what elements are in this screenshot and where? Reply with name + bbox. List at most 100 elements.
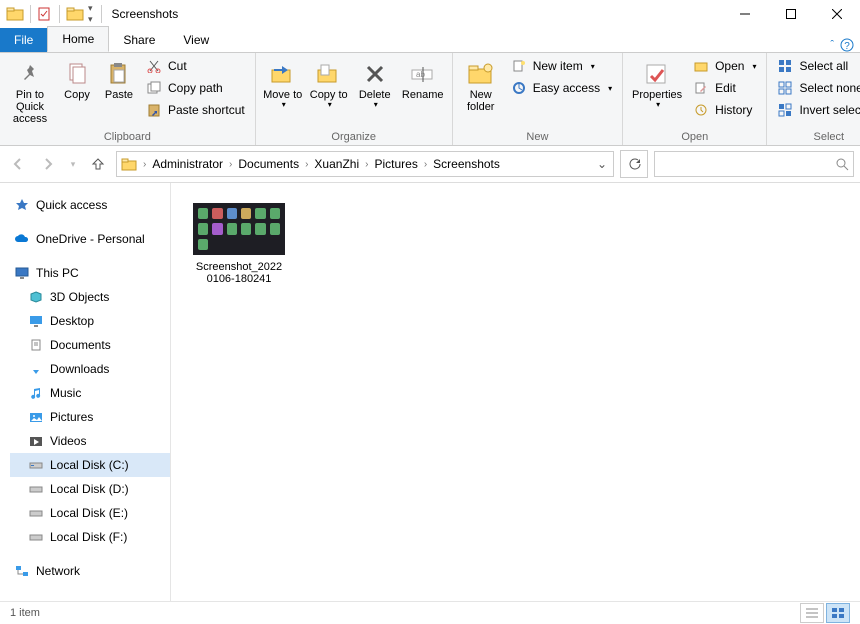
group-clipboard: Pin to Quick access Copy Paste Cut Copy … xyxy=(0,53,256,145)
search-input[interactable] xyxy=(654,151,854,177)
invert-selection-button[interactable]: Invert selection xyxy=(773,99,860,121)
minimize-button[interactable] xyxy=(722,0,768,28)
chevron-right-icon[interactable]: › xyxy=(422,159,429,170)
tab-share[interactable]: Share xyxy=(109,28,169,52)
nav-documents[interactable]: Documents xyxy=(10,333,170,357)
properties-button[interactable]: Properties▾ xyxy=(629,55,685,129)
nav-local-disk-d[interactable]: Local Disk (D:) xyxy=(10,477,170,501)
qat-dropdown-icon[interactable]: ▾▾ xyxy=(86,3,95,25)
pin-to-quick-access-button[interactable]: Pin to Quick access xyxy=(6,55,54,129)
file-list[interactable]: Screenshot_2022 0106-180241 xyxy=(171,183,860,601)
folder-icon xyxy=(66,5,84,23)
nav-pictures[interactable]: Pictures xyxy=(10,405,170,429)
copy-to-button[interactable]: Copy to▾ xyxy=(308,55,350,129)
rename-button[interactable]: ab Rename xyxy=(400,55,446,129)
chevron-down-icon[interactable]: ⌄ xyxy=(591,157,613,171)
breadcrumb-item[interactable]: Administrator xyxy=(148,157,227,171)
svg-text:ab: ab xyxy=(416,70,425,79)
copy-to-icon xyxy=(316,59,342,89)
tab-home[interactable]: Home xyxy=(47,26,109,52)
group-new: New folder New item▾ Easy access▾ New xyxy=(453,53,623,145)
nav-videos[interactable]: Videos xyxy=(10,429,170,453)
open-button[interactable]: Open▾ xyxy=(689,55,760,77)
nav-network[interactable]: Network xyxy=(10,559,170,583)
nav-row: ▾ › Administrator› Documents› XuanZhi› P… xyxy=(0,146,860,183)
title-bar: ▾▾ Screenshots xyxy=(0,0,860,28)
select-none-button[interactable]: Select none xyxy=(773,77,860,99)
drive-icon xyxy=(28,458,44,472)
delete-button[interactable]: Delete▾ xyxy=(354,55,396,129)
folder-icon xyxy=(117,156,141,172)
details-view-button[interactable] xyxy=(800,603,824,623)
chevron-right-icon[interactable]: › xyxy=(141,159,148,170)
pictures-icon xyxy=(28,410,44,424)
nav-3d-objects[interactable]: 3D Objects xyxy=(10,285,170,309)
address-bar[interactable]: › Administrator› Documents› XuanZhi› Pic… xyxy=(116,151,614,177)
drive-icon xyxy=(28,482,44,496)
chevron-right-icon[interactable]: › xyxy=(303,159,310,170)
group-label: Open xyxy=(629,129,760,145)
music-icon xyxy=(28,386,44,400)
network-icon xyxy=(14,564,30,578)
nav-downloads[interactable]: Downloads xyxy=(10,357,170,381)
paste-shortcut-button[interactable]: Paste shortcut xyxy=(142,99,249,121)
file-item[interactable]: Screenshot_2022 0106-180241 xyxy=(189,203,289,285)
cut-button[interactable]: Cut xyxy=(142,55,249,77)
tab-view[interactable]: View xyxy=(169,28,223,52)
monitor-icon xyxy=(14,266,30,280)
paste-shortcut-icon xyxy=(146,103,162,117)
large-icons-view-button[interactable] xyxy=(826,603,850,623)
easy-access-button[interactable]: Easy access▾ xyxy=(507,77,616,99)
tab-file[interactable]: File xyxy=(0,28,47,52)
back-button[interactable] xyxy=(6,152,30,176)
copy-button[interactable]: Copy xyxy=(58,55,96,129)
edit-button[interactable]: Edit xyxy=(689,77,760,99)
videos-icon xyxy=(28,434,44,448)
paste-button[interactable]: Paste xyxy=(100,55,138,129)
chevron-right-icon[interactable]: › xyxy=(227,159,234,170)
nav-onedrive[interactable]: OneDrive - Personal xyxy=(10,227,170,251)
breadcrumb-item[interactable]: XuanZhi xyxy=(310,157,363,171)
star-icon xyxy=(14,198,30,212)
group-label: Select xyxy=(773,129,860,145)
breadcrumb-item[interactable]: Screenshots xyxy=(429,157,504,171)
chevron-right-icon[interactable]: › xyxy=(363,159,370,170)
select-none-icon xyxy=(777,81,793,95)
qat-item-icon[interactable] xyxy=(37,6,53,22)
help-icon[interactable]: ? xyxy=(840,38,854,52)
paste-icon xyxy=(108,59,130,89)
nav-quick-access[interactable]: Quick access xyxy=(10,193,170,217)
select-all-button[interactable]: Select all xyxy=(773,55,860,77)
properties-icon xyxy=(644,59,670,89)
cut-icon xyxy=(146,59,162,73)
nav-local-disk-e[interactable]: Local Disk (E:) xyxy=(10,501,170,525)
history-button[interactable]: History xyxy=(689,99,760,121)
nav-this-pc[interactable]: This PC xyxy=(10,261,170,285)
maximize-button[interactable] xyxy=(768,0,814,28)
nav-local-disk-f[interactable]: Local Disk (F:) xyxy=(10,525,170,549)
documents-icon xyxy=(28,338,44,352)
status-bar: 1 item xyxy=(0,601,860,624)
nav-local-disk-c[interactable]: Local Disk (C:) xyxy=(10,453,170,477)
easy-access-icon xyxy=(511,81,527,95)
copy-path-button[interactable]: Copy path xyxy=(142,77,249,99)
nav-music[interactable]: Music xyxy=(10,381,170,405)
close-button[interactable] xyxy=(814,0,860,28)
breadcrumb-item[interactable]: Pictures xyxy=(370,157,421,171)
new-folder-icon xyxy=(467,59,495,89)
refresh-button[interactable] xyxy=(620,150,648,178)
new-item-icon xyxy=(511,59,527,73)
cube-icon xyxy=(28,290,44,304)
ribbon-collapse-icon[interactable]: ˆ xyxy=(830,39,834,51)
new-item-button[interactable]: New item▾ xyxy=(507,55,616,77)
move-to-button[interactable]: Move to▾ xyxy=(262,55,304,129)
edit-icon xyxy=(693,81,709,95)
forward-button[interactable] xyxy=(36,152,60,176)
new-folder-button[interactable]: New folder xyxy=(459,55,503,129)
up-button[interactable] xyxy=(86,152,110,176)
recent-locations-button[interactable]: ▾ xyxy=(66,152,80,176)
breadcrumb-item[interactable]: Documents xyxy=(234,157,303,171)
nav-desktop[interactable]: Desktop xyxy=(10,309,170,333)
download-icon xyxy=(28,362,44,376)
drive-icon xyxy=(28,530,44,544)
